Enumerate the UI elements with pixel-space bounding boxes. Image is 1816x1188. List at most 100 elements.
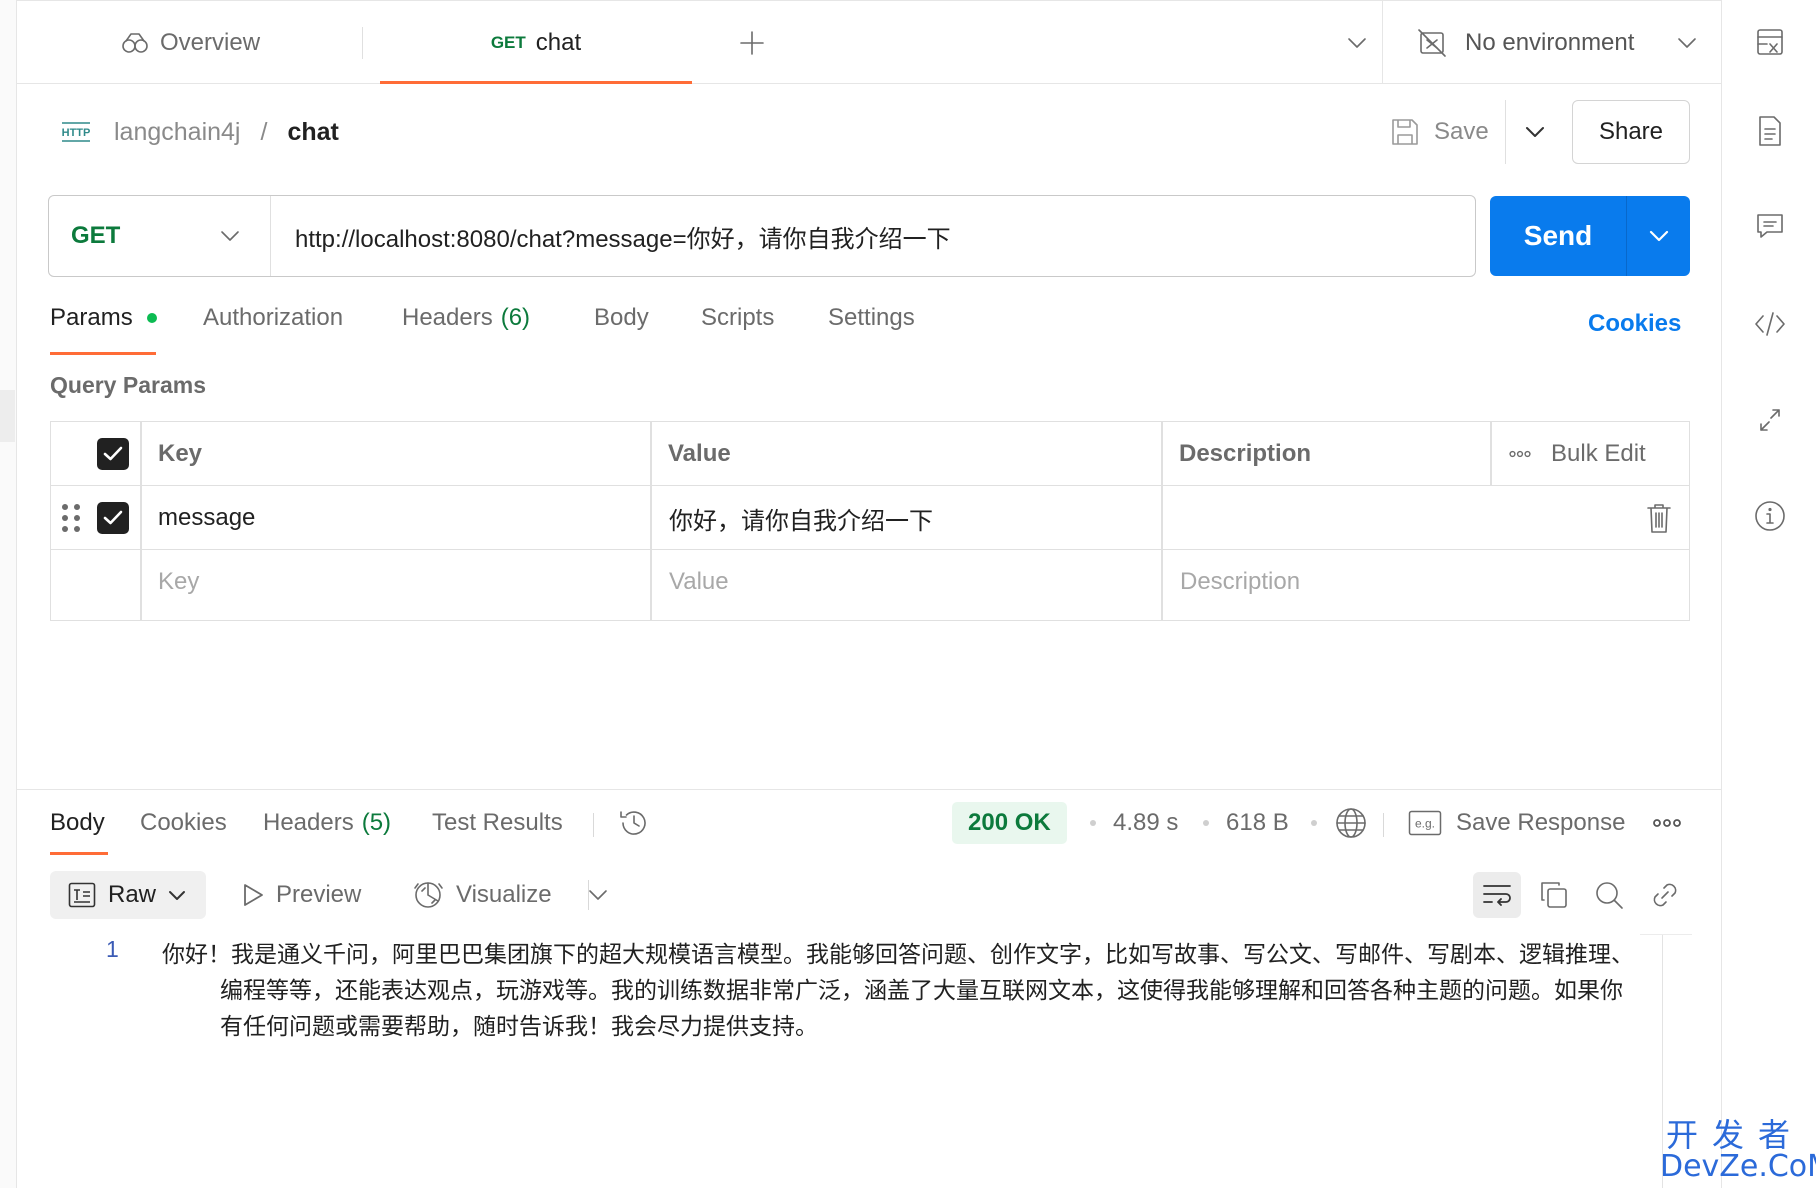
wrap-lines-toggle[interactable]: [1473, 872, 1521, 918]
comments-icon: [1757, 214, 1783, 238]
drag-handle[interactable]: [62, 486, 80, 550]
response-tab-body[interactable]: Body: [50, 803, 105, 843]
response-meta-dot: [1090, 803, 1096, 843]
response-meta-dot: [1311, 803, 1317, 843]
code-snippet-button[interactable]: [1752, 306, 1788, 342]
query-params-title: Query Params: [50, 372, 206, 398]
method-select[interactable]: GET: [49, 196, 271, 276]
save-response-label: Save Response: [1456, 809, 1626, 836]
response-time[interactable]: 4.89 s: [1113, 803, 1178, 843]
documentation-icon: [1759, 116, 1781, 146]
info-icon: [1755, 501, 1785, 531]
response-more-button[interactable]: [1652, 803, 1682, 843]
meta-divider: [1383, 813, 1384, 837]
chevron-down-icon: [1678, 37, 1696, 48]
history-button[interactable]: [618, 803, 650, 843]
save-icon: [1392, 119, 1418, 145]
row-enabled-checkbox[interactable]: [97, 486, 129, 550]
new-value-input[interactable]: Value: [669, 550, 729, 614]
params-tab-indicator: [50, 352, 156, 355]
response-tab-cookies[interactable]: Cookies: [140, 803, 227, 843]
cookies-link[interactable]: Cookies: [1588, 304, 1681, 344]
save-options-dropdown[interactable]: [1515, 112, 1555, 152]
visualize-button[interactable]: Visualize: [412, 871, 552, 919]
bulk-edit-label: Bulk Edit: [1551, 440, 1646, 467]
chevron-down-icon: [221, 231, 239, 241]
response-tab-test-results[interactable]: Test Results: [432, 803, 563, 843]
breadcrumb-separator: /: [260, 117, 268, 146]
new-key-input[interactable]: Key: [158, 550, 199, 614]
param-key[interactable]: message: [158, 486, 255, 550]
network-info-button[interactable]: [1335, 803, 1367, 843]
environment-selector[interactable]: No environment: [1417, 1, 1634, 84]
info-button[interactable]: [1752, 498, 1788, 534]
response-tabs-divider: [593, 813, 594, 837]
response-headers-count: (5): [361, 809, 392, 836]
line-number: 1: [106, 936, 119, 962]
param-description[interactable]: [1179, 486, 1439, 550]
tab-scripts-label: Scripts: [701, 304, 775, 331]
code-icon: [1755, 312, 1785, 336]
tab-params-label: Params: [50, 304, 133, 331]
comments-button[interactable]: [1752, 208, 1788, 244]
tab-authorization[interactable]: Authorization: [203, 304, 343, 332]
breadcrumb-collection[interactable]: langchain4j: [114, 118, 241, 147]
status-badge[interactable]: 200 OK: [952, 802, 1067, 844]
tab-scripts[interactable]: Scripts: [701, 304, 774, 332]
documentation-button[interactable]: [1752, 113, 1788, 149]
table-row: message 你好，请你自我介绍一下: [51, 486, 1689, 550]
tab-chat-label: chat: [535, 28, 582, 56]
response-body-tab-indicator: [50, 852, 108, 855]
tab-overview[interactable]: Overview: [120, 1, 260, 84]
tab-method-badge: GET: [490, 32, 526, 52]
tab-chat[interactable]: GET chat: [380, 1, 692, 84]
tab-settings[interactable]: Settings: [828, 304, 915, 332]
send-button[interactable]: Send: [1490, 220, 1626, 252]
http-icon: HTTP: [62, 122, 90, 142]
send-options-dropdown[interactable]: [1627, 230, 1690, 242]
visualize-options-dropdown[interactable]: [588, 871, 608, 919]
method-label: GET: [71, 222, 121, 249]
tab-headers[interactable]: Headers (6): [402, 304, 530, 332]
params-active-dot: [146, 313, 157, 323]
response-size[interactable]: 618 B: [1226, 803, 1289, 843]
delete-row-button[interactable]: [1646, 486, 1672, 550]
param-value[interactable]: 你好，请你自我介绍一下: [669, 486, 933, 550]
watermark: 开发者 DevZe.CoM: [1660, 1118, 1816, 1182]
environment-dropdown[interactable]: [1667, 1, 1707, 84]
format-select[interactable]: Raw: [50, 871, 206, 919]
tab-params[interactable]: Params: [50, 304, 157, 332]
tab-body[interactable]: Body: [594, 304, 649, 332]
link-button[interactable]: [1645, 872, 1685, 918]
tab-body-label: Body: [594, 304, 649, 331]
request-name[interactable]: chat: [287, 118, 338, 147]
copy-icon: [1541, 882, 1567, 908]
bulk-edit-button[interactable]: Bulk Edit: [1509, 422, 1646, 486]
response-divider: [17, 789, 1721, 790]
related-requests-button[interactable]: [1752, 402, 1788, 438]
response-tabs: Body Cookies Headers (5) Test Results: [50, 803, 670, 843]
new-tab-button[interactable]: [732, 1, 772, 84]
share-button[interactable]: Share: [1572, 100, 1690, 164]
wrap-icon: [1483, 885, 1511, 906]
environment-variables-button[interactable]: [1752, 24, 1788, 60]
trash-icon: [1647, 504, 1671, 533]
response-tab-headers[interactable]: Headers (5): [263, 803, 391, 843]
right-sidebar: [1721, 0, 1816, 1188]
url-input[interactable]: [271, 196, 1475, 276]
select-all-checkbox[interactable]: [97, 422, 129, 486]
preview-label: Preview: [276, 881, 362, 908]
search-icon: [1596, 882, 1623, 909]
tab-list-dropdown[interactable]: [1337, 1, 1377, 84]
tab-headers-label: Headers: [402, 304, 493, 331]
description-column-header: Description: [1179, 440, 1312, 467]
search-button[interactable]: [1589, 872, 1629, 918]
copy-button[interactable]: [1534, 872, 1574, 918]
response-headers-label: Headers: [263, 809, 354, 836]
save-button[interactable]: Save: [1390, 110, 1489, 154]
preview-button[interactable]: Preview: [242, 871, 361, 919]
breadcrumb: HTTP langchain4j / chat: [58, 110, 339, 154]
new-description-input[interactable]: Description: [1180, 550, 1300, 614]
save-response-button[interactable]: e.g. Save Response: [1408, 803, 1625, 843]
response-body-text: 你好！我是通义千问，阿里巴巴集团旗下的超大规模语言模型。我能够回答问题、创作文字…: [162, 941, 1634, 1039]
